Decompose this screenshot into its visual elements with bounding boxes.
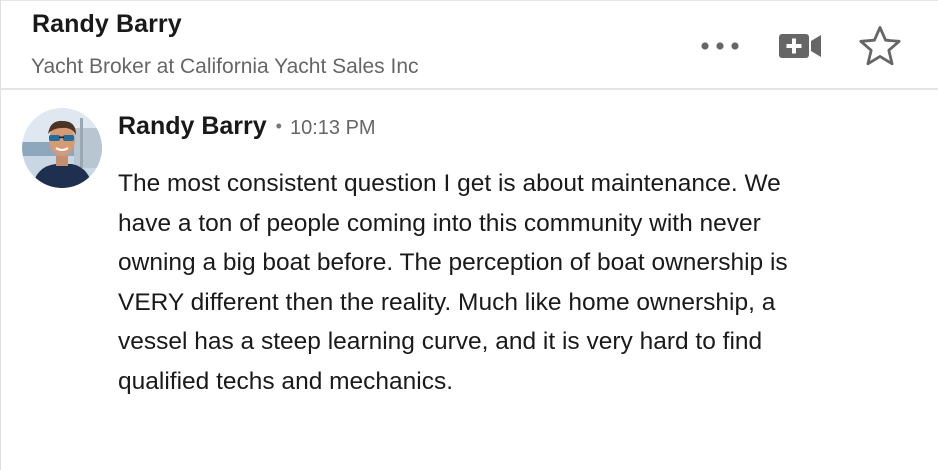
more-options-button[interactable] <box>696 22 744 70</box>
star-icon <box>859 26 901 66</box>
video-call-icon <box>779 34 821 58</box>
contact-headline: Yacht Broker at California Yacht Sales I… <box>31 55 419 78</box>
star-button[interactable] <box>856 22 904 70</box>
message-meta: Randy Barry • 10:13 PM <box>118 112 376 141</box>
more-options-icon <box>701 42 739 50</box>
video-call-button[interactable] <box>776 22 824 70</box>
avatar[interactable] <box>22 108 102 188</box>
meta-separator: • <box>275 116 282 136</box>
conversation-header: Randy Barry Yacht Broker at California Y… <box>0 0 938 90</box>
contact-name[interactable]: Randy Barry <box>32 10 182 39</box>
message-item: Randy Barry • 10:13 PM The most consiste… <box>0 92 938 470</box>
message-sender[interactable]: Randy Barry <box>118 112 267 141</box>
profile-photo <box>22 108 102 188</box>
message-body: The most consistent question I get is ab… <box>118 170 788 395</box>
conversation-panel: Randy Barry Yacht Broker at California Y… <box>0 0 938 470</box>
message-timestamp: 10:13 PM <box>289 117 376 139</box>
